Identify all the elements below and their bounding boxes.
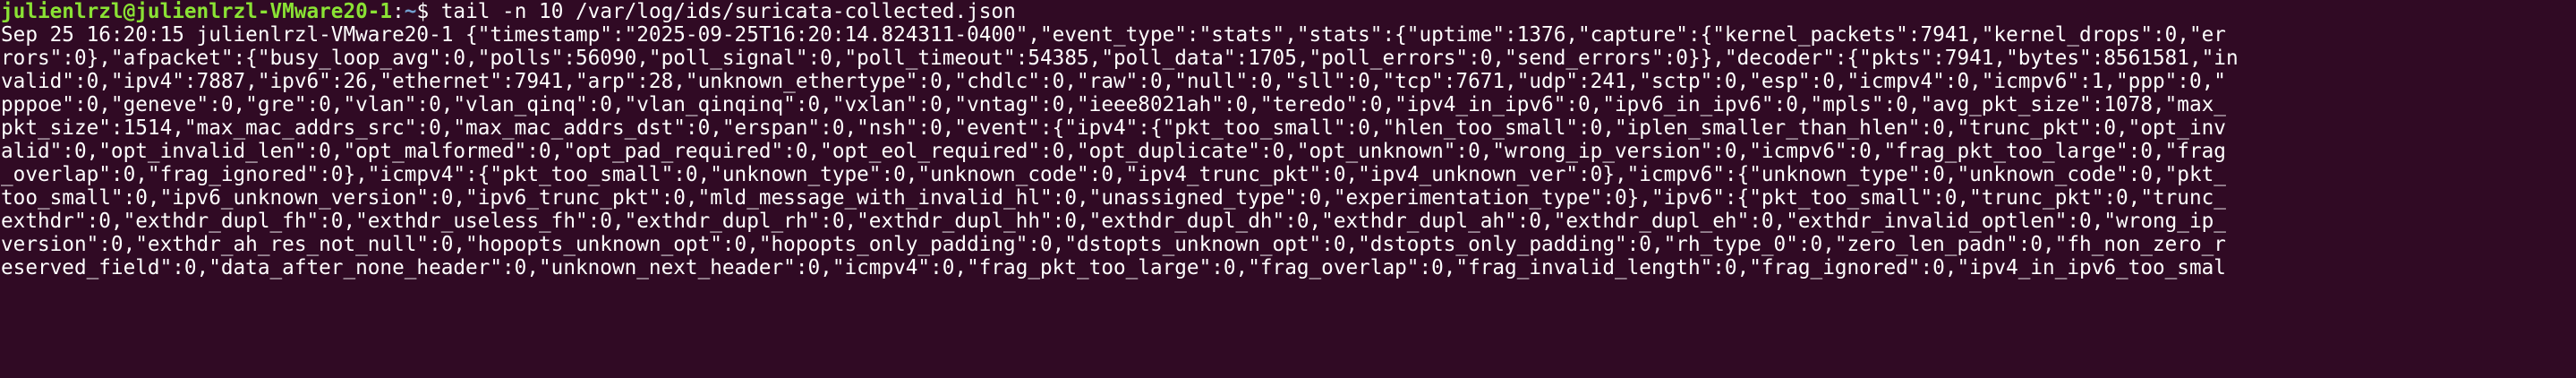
prompt-user-host: julienlrzl@julienlrzl-VMware20-1 — [1, 0, 393, 23]
output-line: valid":0,"ipv4":7887,"ipv6":26,"ethernet… — [1, 70, 2226, 93]
output-line: version":0,"exthdr_ah_res_not_null":0,"h… — [1, 233, 2226, 256]
output-line: Sep 25 16:20:15 julienlrzl-VMware20-1 {"… — [1, 23, 2226, 47]
prompt-separator: : — [392, 0, 405, 23]
output-line: _overlap":0,"frag_ignored":0},"icmpv4":{… — [1, 163, 2226, 186]
output-line: pkt_size":1514,"max_mac_addrs_src":0,"ma… — [1, 116, 2226, 140]
output-line: pppoe":0,"geneve":0,"gre":0,"vlan":0,"vl… — [1, 93, 2226, 116]
output-line: too_small":0,"ipv6_unknown_version":0,"i… — [1, 186, 2226, 210]
output-line: exthdr":0,"exthdr_dupl_fh":0,"exthdr_use… — [1, 210, 2226, 233]
output-line: eserved_field":0,"data_after_none_header… — [1, 256, 2226, 279]
output-line: alid":0,"opt_invalid_len":0,"opt_malform… — [1, 140, 2226, 163]
prompt-symbol: $ — [416, 0, 441, 23]
prompt-line: julienlrzl@julienlrzl-VMware20-1:~$ tail… — [1, 0, 2576, 23]
prompt-path: ~ — [404, 0, 417, 23]
output-line: rors":0},"afpacket":{"busy_loop_avg":0,"… — [1, 47, 2239, 70]
command-text: tail -n 10 /var/log/ids/suricata-collect… — [440, 0, 1016, 23]
terminal-window[interactable]: julienlrzl@julienlrzl-VMware20-1:~$ tail… — [0, 0, 2576, 378]
